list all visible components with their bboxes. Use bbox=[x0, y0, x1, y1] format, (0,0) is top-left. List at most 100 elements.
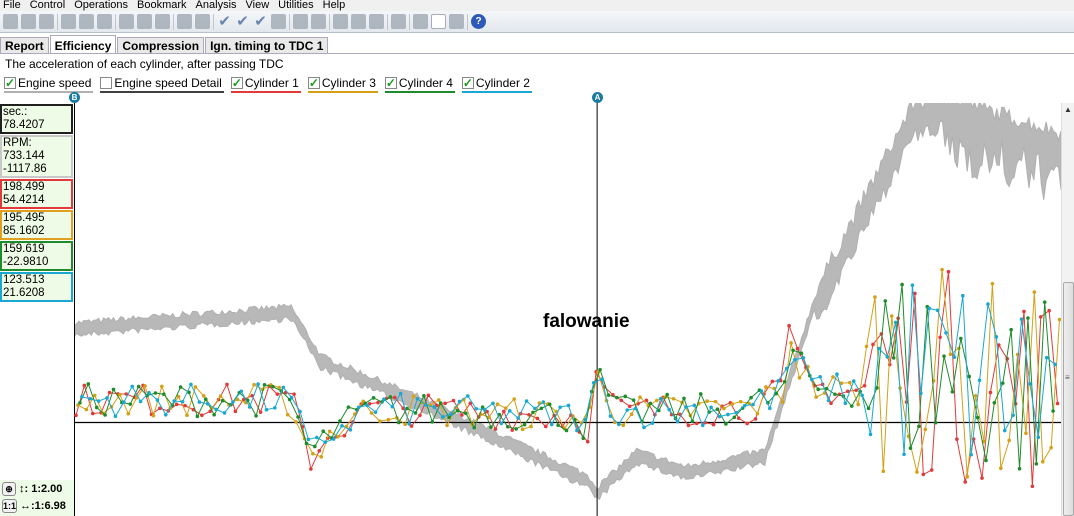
toolbar-separator bbox=[115, 13, 116, 30]
tab-ign-timing-to-tdc-1[interactable]: Ign. timing to TDC 1 bbox=[205, 37, 329, 54]
readout-box: 195.495 85.1602 bbox=[0, 210, 73, 240]
check-icon[interactable]: ✔ bbox=[235, 14, 250, 29]
toolbar-button-icon[interactable] bbox=[79, 14, 94, 29]
toolbar-button-icon[interactable] bbox=[351, 14, 366, 29]
data-point bbox=[831, 375, 835, 379]
data-point bbox=[1026, 316, 1030, 320]
legend-item[interactable]: ✓ Cylinder 4 bbox=[384, 76, 455, 93]
toolbar-button-icon[interactable] bbox=[449, 14, 464, 29]
scrollbar-thumb[interactable]: ≡ bbox=[1063, 282, 1074, 516]
data-point bbox=[893, 320, 898, 325]
checkbox[interactable]: ✓ bbox=[384, 77, 397, 89]
toolbar-button-icon[interactable] bbox=[195, 14, 210, 29]
legend-item[interactable]: Engine speed Detail bbox=[100, 76, 224, 93]
data-point bbox=[128, 402, 133, 406]
data-point bbox=[176, 394, 181, 399]
data-point bbox=[908, 446, 913, 450]
data-point bbox=[1034, 462, 1039, 466]
tab-compression[interactable]: Compression bbox=[117, 37, 205, 54]
data-point bbox=[74, 413, 78, 418]
toolbar-button-icon[interactable] bbox=[391, 14, 406, 29]
toolbar-button-icon[interactable] bbox=[293, 14, 308, 29]
checkbox[interactable]: ✓ bbox=[461, 77, 474, 89]
toolbar-button-icon[interactable] bbox=[3, 14, 18, 29]
toolbar-button-icon[interactable] bbox=[333, 14, 348, 29]
data-point bbox=[543, 424, 548, 429]
data-point bbox=[902, 452, 906, 457]
menu-file[interactable]: File bbox=[0, 0, 27, 11]
checkbox[interactable]: ✓ bbox=[230, 77, 243, 89]
plot-area[interactable] bbox=[74, 103, 1061, 516]
data-point bbox=[1040, 459, 1045, 464]
toolbar-button-icon[interactable] bbox=[271, 14, 286, 29]
data-point bbox=[606, 393, 611, 397]
data-point bbox=[438, 401, 443, 405]
legend-item[interactable]: ✓ Cylinder 1 bbox=[230, 76, 301, 93]
check-icon[interactable]: ✔ bbox=[253, 14, 268, 29]
toolbar-button-icon[interactable] bbox=[21, 14, 36, 29]
menu-help[interactable]: Help bbox=[320, 0, 352, 11]
readout-value: -1117.86 bbox=[3, 163, 47, 175]
data-point bbox=[755, 411, 760, 416]
data-point bbox=[814, 395, 819, 399]
cursor-a-marker[interactable]: A bbox=[592, 92, 603, 103]
data-point bbox=[189, 382, 193, 387]
help-icon[interactable]: ? bbox=[471, 14, 486, 29]
menu-bookmark[interactable]: Bookmark bbox=[134, 0, 193, 11]
checkbox[interactable] bbox=[100, 77, 113, 89]
toolbar-button-icon[interactable] bbox=[311, 14, 326, 29]
toolbar-button-icon[interactable] bbox=[177, 14, 192, 29]
data-point bbox=[938, 335, 942, 340]
menu-analysis[interactable]: Analysis bbox=[193, 0, 243, 11]
data-point bbox=[776, 379, 781, 383]
scroll-up-icon[interactable]: ▲ bbox=[1064, 105, 1072, 114]
data-point bbox=[713, 399, 718, 404]
toolbar-button-icon[interactable] bbox=[39, 14, 54, 29]
menu-control[interactable]: Control bbox=[27, 0, 71, 11]
cursor-readouts: sec.: 78.4207 RPM: 733.144 -1117.86 198.499 54… bbox=[0, 103, 74, 480]
toolbar-button-icon[interactable] bbox=[97, 14, 112, 29]
data-point bbox=[910, 283, 915, 288]
toolbar-button-icon[interactable] bbox=[119, 14, 134, 29]
data-point bbox=[323, 440, 327, 445]
toolbar-button-icon[interactable] bbox=[155, 14, 170, 29]
data-point bbox=[398, 391, 403, 396]
toolbar-button-icon[interactable] bbox=[369, 14, 384, 29]
fit-button[interactable]: 1:1 bbox=[2, 498, 18, 513]
toolbar-button-icon[interactable] bbox=[413, 14, 428, 29]
data-point bbox=[801, 356, 806, 360]
grip-icon: ≡ bbox=[1065, 373, 1070, 382]
vertical-scrollbar[interactable]: ▲ ≡ bbox=[1061, 103, 1074, 516]
data-point bbox=[356, 405, 361, 410]
tab-efficiency[interactable]: Efficiency bbox=[49, 35, 117, 54]
tab-report[interactable]: Report bbox=[0, 37, 49, 54]
data-point bbox=[1036, 435, 1041, 440]
data-point bbox=[407, 422, 411, 426]
data-point bbox=[220, 398, 225, 403]
checkbox[interactable]: ✓ bbox=[307, 77, 320, 89]
data-point bbox=[631, 398, 636, 402]
data-point bbox=[642, 425, 646, 430]
data-point bbox=[753, 417, 758, 421]
data-point bbox=[856, 402, 860, 407]
toolbar-separator bbox=[213, 13, 214, 30]
toolbar-button-icon[interactable] bbox=[431, 14, 446, 29]
legend-item[interactable]: ✓ Cylinder 2 bbox=[461, 76, 532, 93]
toolbar-button-icon[interactable] bbox=[61, 14, 76, 29]
menu-operations[interactable]: Operations bbox=[71, 0, 134, 11]
check-icon[interactable]: ✔ bbox=[217, 14, 232, 29]
checkbox[interactable]: ✓ bbox=[4, 77, 16, 89]
data-point bbox=[795, 346, 800, 351]
menu-view[interactable]: View bbox=[243, 0, 276, 11]
legend-label: Engine speed Detail bbox=[114, 76, 222, 90]
legend-label: Cylinder 4 bbox=[398, 76, 453, 90]
menu-utilities[interactable]: Utilities bbox=[275, 0, 319, 11]
cursor-b-marker[interactable]: B bbox=[69, 92, 80, 103]
data-point bbox=[539, 406, 544, 411]
zoom-in-icon[interactable]: ⊕ bbox=[2, 481, 16, 496]
legend-item[interactable]: ✓ Engine speed bbox=[4, 76, 94, 93]
legend-item[interactable]: ✓ Cylinder 3 bbox=[307, 76, 378, 93]
data-point bbox=[736, 416, 741, 420]
toolbar-button-icon[interactable] bbox=[137, 14, 152, 29]
data-point bbox=[231, 400, 235, 404]
